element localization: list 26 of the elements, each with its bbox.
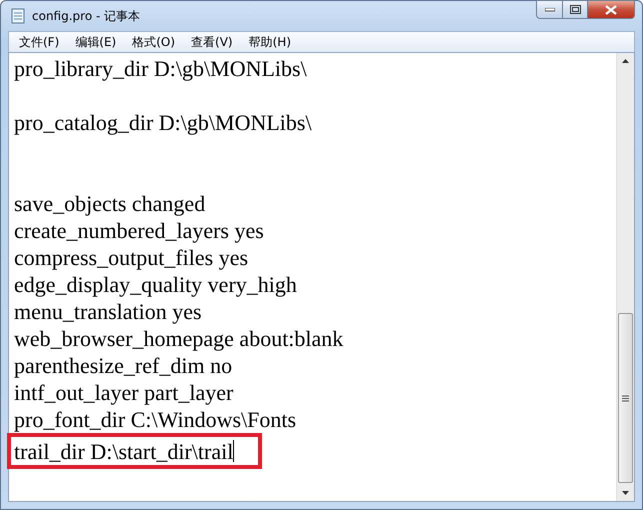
- maximize-button[interactable]: [562, 0, 588, 19]
- restore-icon: [570, 5, 580, 14]
- text-line: pro_library_dir D:\gb\MONLibs\: [13, 55, 307, 82]
- menu-item[interactable]: 格式(O): [126, 34, 182, 50]
- notepad-icon: [10, 8, 26, 24]
- text-line: parenthesize_ref_dim no: [13, 352, 232, 379]
- menu-item[interactable]: 帮助(H): [242, 34, 297, 50]
- menu-item[interactable]: 编辑(E): [69, 34, 122, 50]
- text-line: pro_catalog_dir D:\gb\MONLibs\: [13, 109, 312, 136]
- minimize-button[interactable]: [536, 0, 563, 19]
- text-line: intf_out_layer part_layer: [13, 379, 234, 406]
- scrollbar-thumb[interactable]: [618, 313, 633, 483]
- text-line: pro_font_dir C:\Windows\Fonts: [13, 406, 296, 433]
- window-title: config.pro - 记事本: [32, 8, 140, 24]
- text-line: web_browser_homepage about:blank: [13, 325, 344, 352]
- text-line: compress_output_files yes: [13, 244, 248, 271]
- menu-item[interactable]: 查看(V): [185, 34, 239, 50]
- text-line: create_numbered_layers yes: [13, 217, 264, 244]
- text-line: menu_translation yes: [13, 298, 202, 325]
- vertical-scrollbar[interactable]: [616, 53, 634, 501]
- close-icon: [605, 4, 617, 14]
- menu-item[interactable]: 文件(F): [13, 34, 66, 50]
- text-line: edge_display_quality very_high: [13, 271, 297, 298]
- text-line: save_objects changed: [13, 190, 206, 217]
- close-button[interactable]: [587, 0, 635, 19]
- minimize-icon: [544, 8, 554, 12]
